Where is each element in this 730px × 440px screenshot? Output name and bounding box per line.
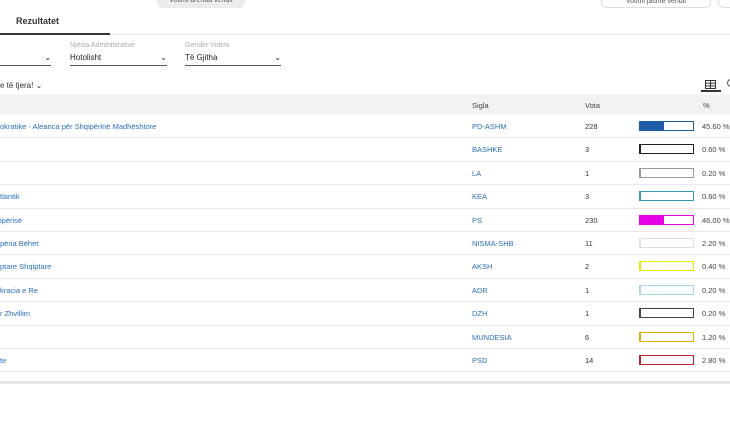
party-sigla-link[interactable]: ADR — [472, 286, 488, 295]
vote-percentage: 0.60 % — [702, 145, 726, 155]
vote-percentage: 0.20 % — [702, 168, 726, 178]
party-sigla-link[interactable]: KEA — [472, 192, 487, 201]
votimi-jashte-vendit-button[interactable]: Votimi jashtë vendit — [601, 0, 711, 8]
table-row[interactable]: LA 1 0.20 % — [0, 162, 730, 186]
share-bar — [639, 354, 694, 365]
share-bar-fill — [640, 355, 642, 364]
party-sigla-link[interactable]: NISMA-SHB — [472, 239, 514, 248]
tab-rezultatet-label: Rezultatet — [16, 16, 60, 26]
vote-percentage: 1.20 % — [702, 332, 726, 342]
party-sigla-link[interactable]: BASHKE — [472, 145, 502, 154]
party-name-link[interactable]: okratike - Aleanca për Shqipërinë Madhës… — [0, 122, 156, 131]
vote-percentage: 2.80 % — [702, 355, 726, 365]
party-name-link[interactable]: tlantik — [0, 192, 20, 201]
party-name-link[interactable]: kracia e Re — [0, 286, 38, 295]
table-row[interactable]: okratike - Aleanca për Shqipërinë Madhës… — [0, 115, 730, 139]
top-button-bar: Votimi brenda vendit Votimi jashtë vendi… — [0, 0, 730, 10]
tab-rezultatet[interactable]: Rezultatet — [0, 10, 110, 35]
share-bar — [639, 191, 694, 202]
table-row[interactable]: r Zhvillim DZH 1 0.20 % — [0, 302, 730, 326]
filter-previous-select[interactable]: ⌄ — [0, 53, 51, 66]
party-sigla-link[interactable]: AKSH — [472, 262, 492, 271]
share-bar-fill — [640, 238, 642, 247]
party-sigla-link[interactable]: MUNDESIA — [472, 333, 512, 342]
table-row[interactable]: tlantik KEA 3 0.60 % — [0, 185, 730, 209]
chevron-down-icon: ⌄ — [274, 53, 281, 62]
table-header: Sigla Vota % — [0, 95, 730, 115]
filter-njesia-value: Hotolisht — [70, 53, 102, 62]
vote-count: 3 — [585, 145, 590, 155]
results-table: Sigla Vota % okratike - Aleanca për Shqi… — [0, 95, 730, 373]
share-bar — [639, 331, 694, 342]
party-sigla-link[interactable]: DZH — [472, 309, 487, 318]
party-sigla-link[interactable]: PSD — [472, 356, 487, 365]
vote-percentage: 0.20 % — [702, 285, 726, 295]
header-pct: % — [703, 101, 710, 110]
party-sigla-link[interactable]: PS — [472, 216, 482, 225]
vote-count: 1 — [585, 285, 590, 295]
vote-percentage: 0.40 % — [702, 262, 726, 272]
right-edge-button[interactable]: Re — [718, 0, 730, 8]
share-bar — [639, 261, 694, 272]
vote-count: 3 — [585, 192, 590, 202]
party-name-link[interactable]: përia Bëhet — [0, 239, 38, 248]
share-bar-fill — [640, 215, 665, 224]
filter-njesia-label: Njësia Administrative — [70, 42, 135, 49]
filter-previous[interactable]: ⌄ — [0, 42, 51, 66]
filter-previous-label — [0, 42, 51, 52]
vote-count: 1 — [585, 168, 590, 178]
share-bar-fill — [640, 122, 665, 130]
share-bar — [639, 167, 694, 178]
party-sigla-link[interactable]: LA — [472, 169, 481, 178]
vote-percentage: 2.20 % — [702, 238, 726, 248]
party-name-link[interactable]: r Zhvillim — [0, 309, 30, 318]
share-bar — [639, 121, 694, 131]
share-bar — [639, 237, 694, 248]
vote-count: 230 — [585, 215, 598, 225]
vote-percentage: 45.60 % — [702, 122, 730, 131]
vote-count: 228 — [585, 122, 598, 131]
table-row[interactable]: përia Bëhet NISMA-SHB 11 2.20 % — [0, 232, 730, 256]
vote-count: 2 — [585, 262, 590, 272]
table-row[interactable]: ptare Shqiptare AKSH 2 0.40 % — [0, 255, 730, 279]
share-bar-fill — [640, 332, 641, 341]
table-body: okratike - Aleanca për Shqipërinë Madhës… — [0, 115, 730, 373]
filter-gender-label: Gender Votimi — [185, 42, 230, 49]
share-bar — [639, 308, 694, 319]
tab-bar: Rezultatet — [0, 10, 730, 35]
vote-count: 6 — [585, 332, 590, 342]
show-more-link[interactable]: e të tjera! ⌄ — [0, 81, 42, 90]
table-row[interactable]: ipërisë PS 230 46.00 % — [0, 209, 730, 232]
share-bar — [639, 214, 694, 225]
table-bottom-border — [0, 381, 730, 384]
chevron-down-icon: ⌄ — [160, 53, 167, 62]
party-name-link[interactable]: ipërisë — [0, 216, 22, 225]
party-sigla-link[interactable]: PD-ASHM — [472, 122, 507, 131]
table-row[interactable]: BASHKE 3 0.60 % — [0, 138, 730, 162]
vote-percentage: 0.20 % — [702, 309, 726, 319]
filter-gender-votimi[interactable]: Gender Votimi Të Gjitha ⌄ — [185, 42, 281, 66]
header-sigla: Sigla — [472, 101, 489, 110]
header-vota: Vota — [585, 101, 601, 110]
table-row[interactable]: kracia e Re ADR 1 0.20 % — [0, 279, 730, 303]
share-bar — [639, 284, 694, 295]
vote-percentage: 46.00 % — [702, 215, 730, 225]
filter-njesia-select[interactable]: Hotolisht ⌄ — [70, 53, 167, 66]
filter-gender-value: Të Gjitha — [185, 53, 218, 62]
vote-count: 11 — [585, 238, 593, 248]
vote-percentage: 0.60 % — [702, 192, 726, 202]
filter-njesia-administrative[interactable]: Njësia Administrative Hotolisht ⌄ — [70, 42, 167, 66]
table-view-icon[interactable] — [701, 78, 721, 92]
party-name-link[interactable]: ptare Shqiptare — [0, 262, 51, 271]
party-name-link[interactable]: te — [0, 356, 6, 365]
vote-count: 14 — [585, 355, 594, 365]
table-row[interactable]: te PSD 14 2.80 % — [0, 349, 730, 373]
share-bar — [639, 144, 694, 155]
votimi-brenda-vendit-button[interactable]: Votimi brenda vendit — [157, 0, 245, 8]
chevron-down-icon: ⌄ — [44, 53, 51, 62]
filter-gender-select[interactable]: Të Gjitha ⌄ — [185, 53, 281, 66]
table-row[interactable]: MUNDESIA 6 1.20 % — [0, 326, 730, 349]
vote-count: 1 — [585, 309, 590, 319]
